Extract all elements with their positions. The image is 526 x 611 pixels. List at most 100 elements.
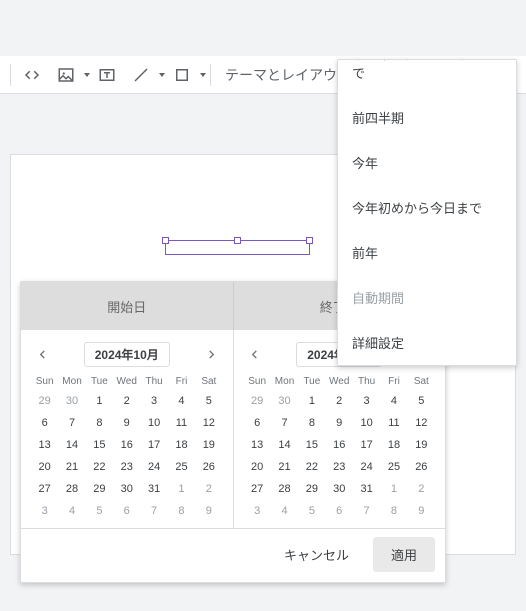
calendar-day[interactable]: 6 — [31, 412, 58, 434]
calendar-day[interactable]: 14 — [271, 434, 298, 456]
calendar-day[interactable]: 26 — [195, 456, 222, 478]
preset-menu-item[interactable]: 今四半期初めから今日まで — [338, 60, 516, 95]
tool-shape[interactable] — [165, 60, 199, 90]
calendar-day[interactable]: 24 — [140, 456, 167, 478]
calendar-day[interactable]: 27 — [31, 478, 58, 500]
calendar-day[interactable]: 2 — [408, 478, 435, 500]
calendar-day[interactable]: 9 — [408, 500, 435, 522]
preset-menu-item[interactable]: 前四半期 — [338, 95, 516, 140]
calendar-day[interactable]: 28 — [271, 478, 298, 500]
calendar-day[interactable]: 3 — [244, 500, 271, 522]
calendar-day[interactable]: 3 — [140, 390, 167, 412]
calendar-day[interactable]: 30 — [326, 478, 353, 500]
calendar-day[interactable]: 26 — [408, 456, 435, 478]
calendar-day[interactable]: 22 — [86, 456, 113, 478]
calendar-day[interactable]: 8 — [298, 412, 325, 434]
calendar-day[interactable]: 22 — [298, 456, 325, 478]
calendar-day[interactable]: 1 — [86, 390, 113, 412]
calendar-day[interactable]: 2 — [326, 390, 353, 412]
calendar-day[interactable]: 12 — [195, 412, 222, 434]
calendar-day[interactable]: 9 — [113, 412, 140, 434]
calendar-day[interactable]: 25 — [380, 456, 407, 478]
calendar-day[interactable]: 7 — [271, 412, 298, 434]
calendar-day[interactable]: 7 — [353, 500, 380, 522]
calendar-day[interactable]: 8 — [86, 412, 113, 434]
calendar-day[interactable]: 9 — [326, 412, 353, 434]
calendar-day[interactable]: 1 — [380, 478, 407, 500]
calendar-day[interactable]: 4 — [271, 500, 298, 522]
calendar-day[interactable]: 3 — [353, 390, 380, 412]
tool-line[interactable] — [124, 60, 158, 90]
calendar-day[interactable]: 6 — [244, 412, 271, 434]
calendar-day[interactable]: 7 — [58, 412, 85, 434]
preset-menu-item[interactable]: 今年初めから今日まで — [338, 185, 516, 230]
resize-handle-ne[interactable] — [306, 237, 313, 244]
calendar-day[interactable]: 27 — [244, 478, 271, 500]
calendar-day[interactable]: 19 — [408, 434, 435, 456]
calendar-day[interactable]: 29 — [298, 478, 325, 500]
calendar-day[interactable]: 20 — [31, 456, 58, 478]
calendar-day[interactable]: 9 — [195, 500, 222, 522]
calendar-day[interactable]: 17 — [353, 434, 380, 456]
calendar-day[interactable]: 30 — [58, 390, 85, 412]
month-select-start[interactable]: 2024年10月 — [84, 342, 170, 367]
calendar-day[interactable]: 6 — [113, 500, 140, 522]
resize-handle-nw[interactable] — [162, 237, 169, 244]
calendar-day[interactable]: 25 — [168, 456, 195, 478]
tab-start-date[interactable]: 開始日 — [21, 282, 234, 330]
calendar-day[interactable]: 19 — [195, 434, 222, 456]
preset-menu-item[interactable]: 詳細設定 — [338, 320, 516, 365]
calendar-day[interactable]: 3 — [31, 500, 58, 522]
calendar-day[interactable]: 8 — [380, 500, 407, 522]
calendar-day[interactable]: 13 — [244, 434, 271, 456]
calendar-day[interactable]: 13 — [31, 434, 58, 456]
calendar-day[interactable]: 31 — [140, 478, 167, 500]
calendar-day[interactable]: 5 — [86, 500, 113, 522]
calendar-day[interactable]: 4 — [58, 500, 85, 522]
calendar-day[interactable]: 18 — [380, 434, 407, 456]
calendar-day[interactable]: 4 — [168, 390, 195, 412]
calendar-day[interactable]: 17 — [140, 434, 167, 456]
prev-month-button[interactable] — [244, 344, 266, 366]
tool-code-embed[interactable] — [15, 60, 49, 90]
calendar-day[interactable]: 2 — [195, 478, 222, 500]
calendar-day[interactable]: 21 — [58, 456, 85, 478]
calendar-day[interactable]: 14 — [58, 434, 85, 456]
calendar-day[interactable]: 10 — [140, 412, 167, 434]
calendar-day[interactable]: 16 — [113, 434, 140, 456]
preset-menu-item[interactable]: 今年 — [338, 140, 516, 185]
calendar-day[interactable]: 5 — [408, 390, 435, 412]
calendar-day[interactable]: 7 — [140, 500, 167, 522]
calendar-day[interactable]: 18 — [168, 434, 195, 456]
prev-month-button[interactable] — [31, 344, 53, 366]
calendar-day[interactable]: 24 — [353, 456, 380, 478]
calendar-day[interactable]: 30 — [271, 390, 298, 412]
resize-handle-n[interactable] — [234, 237, 241, 244]
calendar-day[interactable]: 12 — [408, 412, 435, 434]
calendar-day[interactable]: 2 — [113, 390, 140, 412]
calendar-day[interactable]: 8 — [168, 500, 195, 522]
calendar-day[interactable]: 21 — [271, 456, 298, 478]
tool-image[interactable] — [49, 60, 83, 90]
calendar-day[interactable]: 23 — [326, 456, 353, 478]
calendar-day[interactable]: 5 — [298, 500, 325, 522]
calendar-day[interactable]: 23 — [113, 456, 140, 478]
calendar-day[interactable]: 10 — [353, 412, 380, 434]
next-month-button[interactable] — [201, 344, 223, 366]
calendar-day[interactable]: 5 — [195, 390, 222, 412]
calendar-day[interactable]: 31 — [353, 478, 380, 500]
calendar-day[interactable]: 30 — [113, 478, 140, 500]
preset-menu-item[interactable]: 前年 — [338, 230, 516, 275]
calendar-day[interactable]: 29 — [244, 390, 271, 412]
calendar-day[interactable]: 28 — [58, 478, 85, 500]
tool-text-box[interactable] — [90, 60, 124, 90]
calendar-day[interactable]: 11 — [168, 412, 195, 434]
calendar-day[interactable]: 29 — [31, 390, 58, 412]
chevron-down-icon[interactable] — [200, 73, 206, 77]
calendar-day[interactable]: 29 — [86, 478, 113, 500]
calendar-day[interactable]: 20 — [244, 456, 271, 478]
calendar-day[interactable]: 6 — [326, 500, 353, 522]
calendar-day[interactable]: 1 — [298, 390, 325, 412]
selection-frame[interactable] — [165, 240, 310, 255]
calendar-day[interactable]: 16 — [326, 434, 353, 456]
